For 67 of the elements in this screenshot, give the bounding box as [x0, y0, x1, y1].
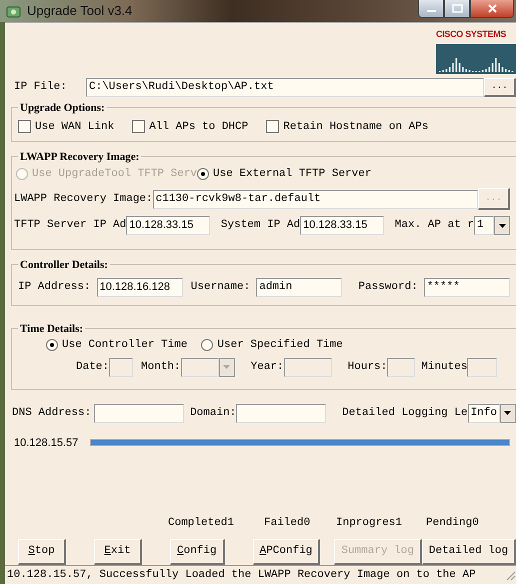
status-count: Failed0 — [264, 516, 312, 530]
radio-button[interactable] — [197, 168, 210, 180]
action-button[interactable]: Detailed log — [422, 539, 516, 565]
text-field[interactable]: admin — [256, 278, 342, 296]
field-label: Date: — [76, 360, 110, 375]
checkbox-label: Retain Hostname on APs — [283, 120, 428, 134]
field-label: Hours: — [348, 360, 388, 375]
text-field[interactable]: ***** — [424, 278, 510, 296]
radio-label: Use UpgradeTool TFTP Serv — [32, 166, 198, 182]
dropdown-arrow-icon — [498, 222, 506, 228]
minimize-button[interactable] — [418, 0, 444, 18]
checkbox[interactable] — [132, 120, 146, 134]
dns-field[interactable] — [94, 404, 184, 422]
close-button[interactable] — [470, 0, 514, 18]
radio-label: Use External TFTP Server — [213, 166, 372, 182]
status-count: Inprogres1 — [336, 516, 404, 530]
ip-file-field[interactable]: C:\Users\Rudi\Desktop\AP.txt — [86, 78, 484, 97]
maximize-icon — [452, 4, 462, 13]
checkbox-label: All APs to DHCP — [149, 120, 248, 134]
dropdown-arrow-icon — [222, 364, 232, 370]
dropdown-value: Info — [468, 404, 500, 422]
radio-label: User Specified Time — [217, 338, 343, 353]
field-label: Month: — [141, 360, 181, 375]
field-label: Year: — [250, 360, 284, 375]
field-label: IP Address: — [18, 280, 91, 295]
action-button[interactable]: Config — [170, 539, 225, 565]
field-label: DNS Address: — [12, 406, 92, 421]
field-label: Max. AP at r — [394, 218, 474, 234]
maximize-button[interactable] — [444, 0, 470, 18]
field-label: Username: — [190, 280, 250, 295]
checkbox-label: Use WAN Link — [35, 120, 114, 134]
group-title: Upgrade Options: — [18, 100, 107, 116]
text-field[interactable]: 10.128.16.128 — [96, 278, 183, 296]
tftp-ip-field[interactable]: 10.128.33.15 — [126, 216, 210, 235]
app-icon — [6, 4, 21, 18]
radio-label: Use Controller Time — [62, 338, 188, 353]
action-button: Summary log — [334, 539, 422, 565]
action-button[interactable]: Exit — [94, 539, 142, 565]
action-button[interactable]: Stop — [18, 539, 66, 565]
logo-bars-icon — [436, 44, 516, 74]
dropdown-value: 1 — [474, 216, 494, 235]
status-count: Pending0 — [426, 516, 480, 530]
system-ip-field[interactable]: 10.128.33.15 — [300, 216, 384, 235]
field-label: Password: — [358, 280, 418, 295]
max-ap-dropdown[interactable]: 1 — [474, 216, 510, 235]
field-label: LWAPP Recovery Image: — [14, 192, 153, 207]
field-label: Domain: — [190, 406, 236, 421]
domain-field[interactable] — [236, 404, 326, 422]
status-count: Completed1 — [168, 516, 236, 530]
dropdown-arrow-icon — [503, 410, 512, 416]
logging-dropdown[interactable]: Info — [468, 404, 516, 422]
field-label: Detailed Logging Le — [342, 406, 468, 421]
logo-text: CISCO SYSTEMS — [436, 28, 506, 41]
field-label: Minutes — [421, 360, 468, 375]
window-title: Upgrade Tool v3.4 — [27, 2, 132, 20]
image-field[interactable]: c1130-rcvk9w8-tar.default — [152, 190, 478, 208]
checkbox[interactable] — [18, 120, 31, 134]
close-icon — [486, 4, 498, 13]
field-label: System IP Ad — [220, 218, 300, 234]
checkbox[interactable] — [266, 120, 280, 134]
progress-label: 10.128.15.57 — [14, 436, 78, 450]
browse-button[interactable]: ... — [484, 78, 516, 97]
action-button[interactable]: APConfig — [252, 539, 320, 565]
status-text: 10.128.15.57, Successfully Loaded the LWAPP Recovery Image on to the AP — [7, 568, 476, 583]
field-label: IP File: — [14, 80, 68, 96]
browse-button: ... — [478, 188, 510, 210]
field-label: TFTP Server IP Ad — [14, 218, 126, 234]
